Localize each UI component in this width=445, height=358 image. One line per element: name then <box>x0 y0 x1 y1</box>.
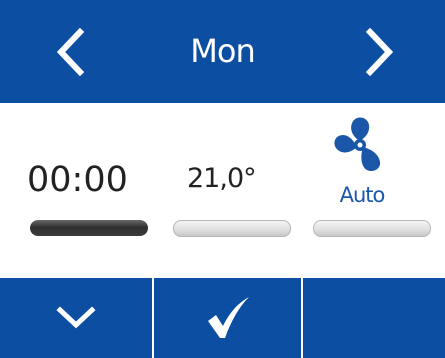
chevron-left-icon <box>56 27 85 76</box>
confirm-button[interactable] <box>154 278 301 358</box>
fan-icon <box>334 117 381 172</box>
selected-indicator-bar <box>30 220 148 236</box>
empty-footer-slot <box>303 278 445 358</box>
chevron-down-icon <box>56 306 96 329</box>
temperature-value: 21,0° <box>187 163 257 194</box>
fan-setting[interactable]: Auto <box>303 103 431 278</box>
chevron-right-icon <box>365 27 394 76</box>
fan-mode-label: Auto <box>339 183 386 207</box>
indicator-bar <box>173 220 291 237</box>
footer-bar <box>0 278 445 358</box>
previous-day-button[interactable] <box>25 0 115 103</box>
schedule-panel: 00:00 21,0° Auto <box>0 103 445 278</box>
time-setting[interactable]: 00:00 <box>20 103 160 278</box>
thermostat-schedule-screen: Mon 00:00 21,0° Auto <box>0 0 445 358</box>
check-icon <box>207 297 249 338</box>
next-day-button[interactable] <box>335 0 425 103</box>
time-value: 00:00 <box>27 160 128 200</box>
temperature-setting[interactable]: 21,0° <box>163 103 295 278</box>
header-bar: Mon <box>0 0 445 103</box>
next-item-button[interactable] <box>0 278 152 358</box>
indicator-bar <box>313 220 431 237</box>
